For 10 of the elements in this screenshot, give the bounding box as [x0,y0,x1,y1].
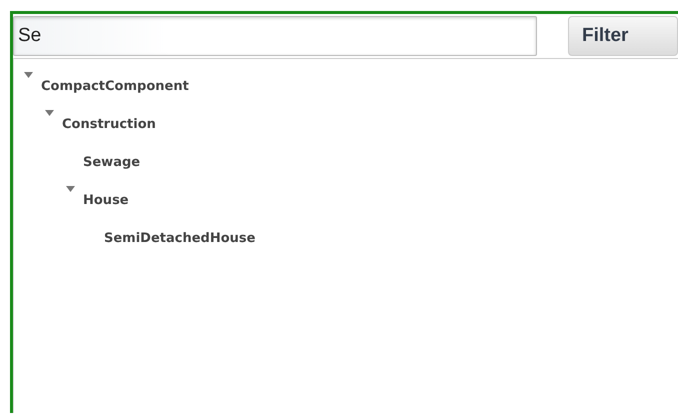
tree-item[interactable]: Sewage [83,155,140,170]
tree-item[interactable]: House [83,193,129,208]
expanded-triangle-icon[interactable] [45,110,54,116]
search-field[interactable]: Se [13,16,537,56]
tree-item[interactable]: SemiDetachedHouse [104,231,256,246]
tree-item[interactable]: Construction [62,117,156,132]
expanded-triangle-icon[interactable] [66,186,75,192]
filter-button[interactable]: Filter [568,16,678,56]
expanded-triangle-icon[interactable] [24,72,33,78]
tree-item[interactable]: CompactComponent [41,79,189,94]
